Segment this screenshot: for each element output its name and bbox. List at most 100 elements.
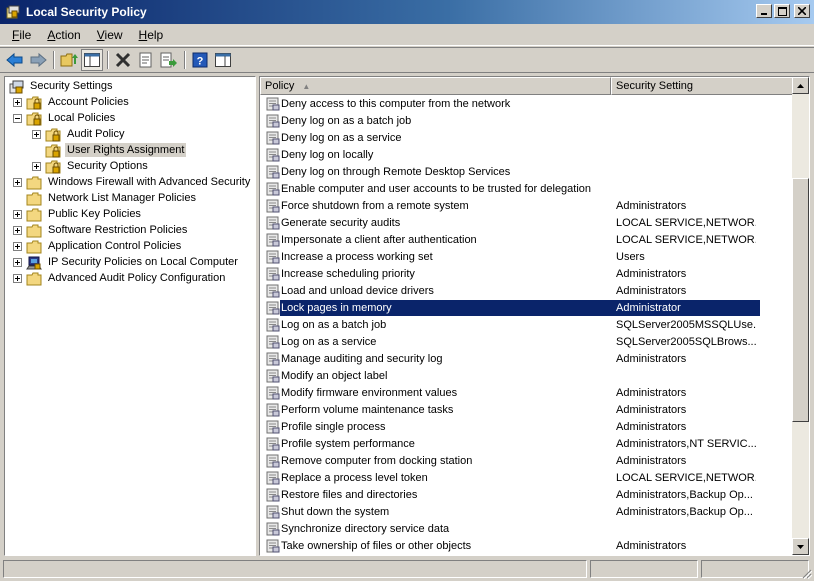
policy-name: Impersonate a client after authenticatio… <box>281 234 477 246</box>
expand-icon[interactable] <box>13 274 22 283</box>
policy-list-pane[interactable]: Policy ▲ Security Setting Deny access to… <box>259 76 810 556</box>
show-hide-tree-icon <box>84 53 100 67</box>
vertical-scrollbar[interactable] <box>792 77 809 555</box>
up-folder-icon <box>60 53 78 67</box>
properties-button[interactable] <box>135 49 157 71</box>
column-header-setting[interactable]: Security Setting <box>611 77 794 95</box>
status-panel-2 <box>590 560 698 578</box>
show-hide-action-pane-button[interactable] <box>212 49 234 71</box>
up-one-level-button[interactable] <box>58 49 80 71</box>
menu-help[interactable]: Help <box>131 26 172 44</box>
policy-row[interactable]: Enable computer and user accounts to be … <box>266 181 760 198</box>
menu-view[interactable]: View <box>89 26 131 44</box>
tree-item-software-restriction-policies[interactable]: Software Restriction Policies <box>5 223 255 239</box>
policy-row[interactable]: Lock pages in memory Administrator <box>266 300 760 317</box>
policy-name: Lock pages in memory <box>281 302 392 314</box>
policy-row[interactable]: Deny log on through Remote Desktop Servi… <box>266 164 760 181</box>
policy-row[interactable]: Replace a process level token LOCAL SERVI… <box>266 470 760 487</box>
policy-row[interactable]: Shut down the system Administrators,Backu… <box>266 504 760 521</box>
policy-name: Synchronize directory service data <box>281 523 450 535</box>
policy-row[interactable]: Impersonate a client after authenticatio… <box>266 232 760 249</box>
policy-name: Restore files and directories <box>281 489 418 501</box>
column-header-policy[interactable]: Policy ▲ <box>260 77 611 95</box>
policy-name: Enable computer and user accounts to be … <box>281 183 592 195</box>
policy-setting-icon <box>266 182 280 196</box>
show-hide-tree-button[interactable] <box>81 49 103 71</box>
scroll-down-button[interactable] <box>792 538 809 555</box>
expand-icon[interactable] <box>13 242 22 251</box>
policy-setting-icon <box>266 301 280 315</box>
tree-item-windows-firewall-with-advanced-security[interactable]: Windows Firewall with Advanced Security <box>5 175 255 191</box>
tree-item-application-control-policies[interactable]: Application Control Policies <box>5 239 255 255</box>
expand-icon[interactable] <box>13 258 22 267</box>
policy-name: Modify an object label <box>281 370 388 382</box>
tree-pane[interactable]: Security Settings Account Policies Local P… <box>4 76 256 556</box>
help-button[interactable]: ? <box>189 49 211 71</box>
expand-icon[interactable] <box>32 130 41 139</box>
export-list-button[interactable] <box>158 49 180 71</box>
expand-icon[interactable] <box>13 210 22 219</box>
policy-row[interactable]: Remove computer from docking station Admi… <box>266 453 760 470</box>
policy-row[interactable]: Deny log on locally <box>266 147 760 164</box>
policy-setting-icon <box>266 216 280 230</box>
collapse-icon[interactable] <box>13 114 22 123</box>
tree-item-audit-policy[interactable]: Audit Policy <box>5 127 255 143</box>
tree-item-local-policies[interactable]: Local Policies <box>5 111 255 127</box>
policy-name: Log on as a batch job <box>281 319 387 331</box>
tree-item-security-options[interactable]: Security Options <box>5 159 255 175</box>
toolbar: ? <box>0 47 814 73</box>
tree-item-label: Audit Policy <box>67 128 125 140</box>
policy-name: Deny log on locally <box>281 149 374 161</box>
close-button[interactable] <box>794 4 810 18</box>
tree-item-ip-security-policies-on-local-computer[interactable]: IP Security Policies on Local Computer <box>5 255 255 271</box>
arrow-up-icon <box>797 83 804 88</box>
policy-row[interactable]: Deny access to this computer from the ne… <box>266 96 760 113</box>
delete-button[interactable] <box>112 49 134 71</box>
tree-item-account-policies[interactable]: Account Policies <box>5 95 255 111</box>
policy-row[interactable]: Profile single process Administrators <box>266 419 760 436</box>
policy-row[interactable]: Log on as a batch job SQLServer2005MSSQLU… <box>266 317 760 334</box>
tree-item-public-key-policies[interactable]: Public Key Policies <box>5 207 255 223</box>
policy-row[interactable]: Load and unload device drivers Administra… <box>266 283 760 300</box>
policy-folder-icon <box>45 160 61 174</box>
menu-label-rest: elp <box>147 27 164 42</box>
resize-grip-icon[interactable] <box>800 567 812 579</box>
tree-item-user-rights-assignment[interactable]: User Rights Assignment <box>5 143 255 159</box>
tree-item-advanced-audit-policy-configuration[interactable]: Advanced Audit Policy Configuration <box>5 271 255 287</box>
policy-row[interactable]: Profile system performance Administrators… <box>266 436 760 453</box>
maximize-button[interactable] <box>774 4 790 18</box>
policy-row[interactable]: Force shutdown from a remote system Admin… <box>266 198 760 215</box>
policy-row[interactable]: Deny log on as a service <box>266 130 760 147</box>
policy-row[interactable]: Generate security audits LOCAL SERVICE,NE… <box>266 215 760 232</box>
policy-row[interactable]: Increase scheduling priority Administrato… <box>266 266 760 283</box>
policy-row[interactable]: Log on as a service SQLServer2005SQLBrows… <box>266 334 760 351</box>
policy-row[interactable]: Increase a process working set Users <box>266 249 760 266</box>
policy-row[interactable]: Modify firmware environment values Admini… <box>266 385 760 402</box>
expand-icon[interactable] <box>13 178 22 187</box>
back-arrow-icon <box>6 52 23 68</box>
policy-row[interactable]: Perform volume maintenance tasks Administ… <box>266 402 760 419</box>
title-bar[interactable]: Local Security Policy <box>0 0 814 24</box>
policy-setting-icon <box>266 114 280 128</box>
menu-file[interactable]: File <box>4 26 39 44</box>
expand-icon[interactable] <box>32 162 41 171</box>
back-button[interactable] <box>4 49 26 71</box>
delete-icon <box>115 52 131 68</box>
minimize-button[interactable] <box>756 4 772 18</box>
policy-row[interactable]: Restore files and directories Administrat… <box>266 487 760 504</box>
policy-row[interactable]: Take ownership of files or other objects… <box>266 538 760 555</box>
scroll-thumb[interactable] <box>792 178 809 422</box>
menu-action[interactable]: Action <box>39 26 88 44</box>
policy-name: Profile system performance <box>281 438 415 450</box>
policy-row[interactable]: Deny log on as a batch job <box>266 113 760 130</box>
expand-icon[interactable] <box>13 98 22 107</box>
policy-row[interactable]: Synchronize directory service data <box>266 521 760 538</box>
policy-row[interactable]: Modify an object label <box>266 368 760 385</box>
tree-item-network-list-manager-policies[interactable]: Network List Manager Policies <box>5 191 255 207</box>
forward-button[interactable] <box>27 49 49 71</box>
policy-name: Take ownership of files or other objects <box>281 540 472 552</box>
scroll-up-button[interactable] <box>792 77 809 94</box>
policy-row[interactable]: Manage auditing and security log Administ… <box>266 351 760 368</box>
expand-icon[interactable] <box>13 226 22 235</box>
status-bar <box>0 558 814 581</box>
